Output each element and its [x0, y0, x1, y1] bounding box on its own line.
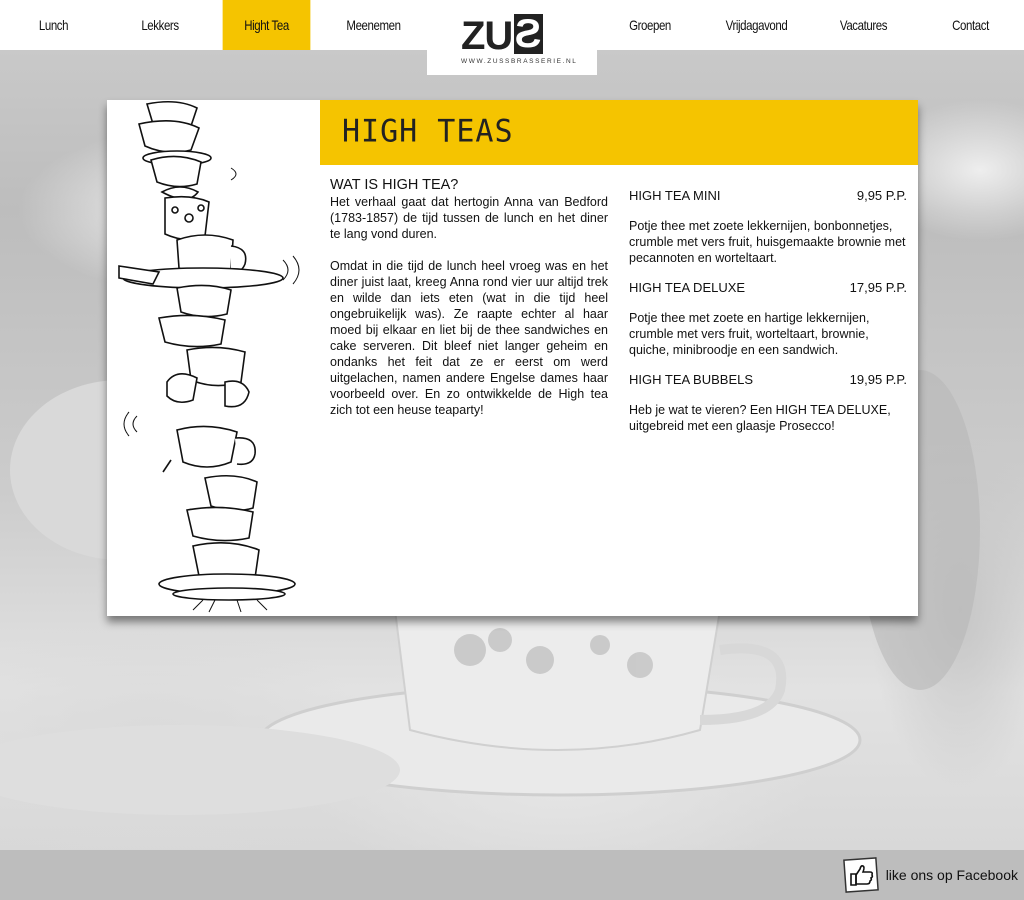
nav-item-vrijdagavond[interactable]: Vrijdagavond [713, 0, 801, 50]
menu-item-header: HIGH TEA DELUXE 17,95 P.P. [629, 280, 907, 296]
intro-paragraph: Omdat in die tijd de lunch heel vroeg wa… [330, 259, 608, 417]
menu-item-description: Heb je wat te vieren? Een HIGH TEA DELUX… [629, 403, 891, 433]
logo-wordmark: ZUS [461, 12, 544, 58]
thumbs-up-icon [842, 857, 879, 893]
menu-item-header: HIGH TEA BUBBELS 19,95 P.P. [629, 372, 907, 388]
content-card: HIGH TEAS WAT IS HIGH TEA? Het verhaal g… [107, 100, 918, 616]
nav-item-hight-tea[interactable]: Hight Tea [222, 0, 311, 50]
nav-item-vacatures[interactable]: Vacatures [820, 0, 908, 50]
nav-item-meenemen[interactable]: Meenemen [330, 0, 418, 50]
facebook-like-link[interactable]: like ons op Facebook [842, 855, 1018, 895]
menu-item-price: 17,95 P.P. [849, 280, 907, 295]
logo[interactable]: ZUS WWW.ZUSSBRASSERIE.NL [427, 0, 597, 75]
menu-item-price: 9,95 P.P. [856, 188, 907, 203]
nav-item-lekkers[interactable]: Lekkers [117, 0, 204, 50]
facebook-like-label[interactable]: like ons op Facebook [886, 867, 1018, 883]
menu-item-name: HIGH TEA MINI [629, 188, 721, 203]
nav-item-contact[interactable]: Contact [927, 0, 1015, 50]
menu-item-name: HIGH TEA BUBBELS [629, 372, 754, 387]
menu-item-price: 19,95 P.P. [849, 372, 907, 387]
nav-item-lunch[interactable]: Lunch [10, 0, 98, 50]
page-banner: HIGH TEAS [320, 100, 918, 165]
intro-heading: WAT IS HIGH TEA? [330, 177, 459, 193]
menu-item-description: Potje thee met zoete lekkernijen, bonbon… [629, 219, 906, 265]
intro-column: WAT IS HIGH TEA? Het verhaal gaat dat he… [330, 176, 608, 434]
menu-item-name: HIGH TEA DELUXE [629, 280, 746, 295]
page-title: HIGH TEAS [342, 113, 514, 150]
nav-item-groepen[interactable]: Groepen [607, 0, 694, 50]
menu-item-header: HIGH TEA MINI 9,95 P.P. [629, 188, 907, 204]
intro-paragraph: Het verhaal gaat dat hertogin Anna van B… [330, 195, 608, 241]
menu-column: HIGH TEA MINI 9,95 P.P. Potje thee met z… [629, 188, 907, 448]
teacup-stack-illustration [118, 100, 300, 613]
menu-item-description: Potje thee met zoete en hartige lekkerni… [629, 311, 870, 357]
logo-url: WWW.ZUSSBRASSERIE.NL [461, 58, 578, 65]
